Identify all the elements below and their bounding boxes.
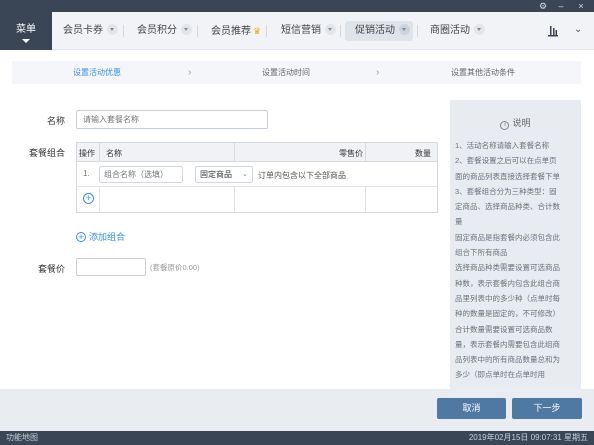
nav-tab-label: 短信营销	[281, 25, 321, 36]
combo-type-select[interactable]: 固定商品 ⌄	[195, 166, 253, 183]
nav-tab-sms-marketing[interactable]: 短信营销	[271, 21, 336, 41]
table-header: 操作 名称 零售价 数量	[77, 143, 437, 162]
top-nav: 菜单 会员卡券 会员积分 会员推荐 ♛ 短信营销 促销活动 商圈活动	[0, 12, 594, 50]
column-divider	[365, 143, 366, 161]
nav-divider	[417, 25, 418, 37]
chevron-down-icon	[107, 24, 118, 35]
help-line: 量，表示套餐内需要包含此组商	[455, 339, 560, 349]
help-line: 选择商品种类需要设置可选商品	[455, 263, 560, 273]
minimize-button[interactable]: –	[554, 0, 568, 12]
help-line: 面的商品列表直接选择套餐下单	[455, 171, 560, 181]
combo-type-value: 固定商品	[200, 170, 232, 179]
add-combo-button[interactable]: + 添加组合	[76, 230, 125, 243]
nav-tab-label: 会员卡券	[63, 25, 103, 36]
help-line: 品列表中的所有商品数量总和为	[455, 355, 560, 365]
next-step-button[interactable]: 下一步	[512, 398, 582, 419]
help-line: 组合下所有商品	[455, 248, 508, 258]
feature-map-link[interactable]: 功能地图	[6, 431, 38, 445]
step-set-time[interactable]: 设置活动时间	[262, 61, 310, 84]
nav-divider	[340, 25, 341, 37]
help-line: 合计数量需要设置可选商品数	[455, 324, 553, 334]
caret-down-icon	[22, 39, 30, 43]
step-indicator: 设置活动优惠 › 设置活动时间 › 设置其他活动条件	[12, 61, 581, 84]
nav-tab-member-cards[interactable]: 会员卡券	[53, 21, 118, 41]
column-divider	[234, 187, 235, 212]
chevron-down-icon	[474, 24, 485, 35]
chevron-right-icon: ›	[188, 67, 192, 78]
name-label: 名称	[46, 116, 65, 126]
nav-tab-label: 会员积分	[137, 25, 177, 36]
nav-tab-label: 促销活动	[355, 25, 395, 36]
help-line: 定商品、选择商品种类、合计数	[455, 202, 560, 212]
table-row: +	[77, 187, 437, 212]
nav-divider	[266, 25, 267, 37]
column-header-name: 名称	[106, 149, 122, 158]
help-body: 1、活动名称请输入套餐名称 2、套餐设置之后可以在点单页 面的商品列表直接选择套…	[455, 138, 577, 383]
help-panel: i 说明 1、活动名称请输入套餐名称 2、套餐设置之后可以在点单页 面的商品列表直…	[450, 100, 581, 390]
info-icon: i	[500, 121, 510, 130]
chevron-down-icon	[325, 24, 336, 35]
step-set-conditions[interactable]: 设置其他活动条件	[451, 61, 515, 84]
combo-label: 套餐组合	[28, 148, 65, 158]
nav-tab-member-points[interactable]: 会员积分	[127, 21, 192, 41]
package-price-input[interactable]	[76, 258, 146, 276]
status-bar: 功能地图 2019年02月15日 09:07:31 星期五	[0, 431, 594, 445]
nav-tab-label: 会员推荐	[211, 26, 251, 37]
column-divider	[99, 187, 100, 212]
price-label: 套餐价	[37, 264, 65, 274]
column-divider	[99, 143, 100, 161]
plus-circle-icon: +	[76, 232, 86, 242]
combo-type-note: 订单内包含以下全部商品	[258, 171, 346, 180]
combo-table: 操作 名称 零售价 数量 1. 固定商品 ⌄ 订单内包含以下全部商品 +	[76, 142, 438, 213]
help-line: 2、套餐设置之后可以在点单页	[455, 156, 557, 166]
nav-divider	[123, 25, 124, 37]
step-set-discount[interactable]: 设置活动优惠	[73, 61, 121, 84]
combo-name-input[interactable]	[99, 166, 183, 183]
column-header-qty: 数量	[415, 149, 431, 158]
column-header-op: 操作	[79, 149, 95, 158]
menu-button[interactable]: 菜单	[0, 12, 52, 50]
help-line: 量	[455, 217, 463, 227]
chevron-down-icon[interactable]: ⌄	[574, 24, 582, 35]
nav-tab-member-referral[interactable]: 会员推荐 ♛	[201, 21, 261, 41]
column-divider	[234, 143, 235, 161]
crown-icon: ♛	[253, 26, 262, 36]
gear-icon[interactable]: ⚙	[536, 0, 550, 12]
help-line: 多少（即点单时在点单时用	[455, 370, 545, 380]
row-number: 1.	[83, 169, 90, 178]
help-line: 品里列表中的多少种（点单时每	[455, 293, 560, 303]
help-title: i 说明	[450, 116, 581, 130]
menu-label: 菜单	[16, 24, 36, 35]
help-title-label: 说明	[512, 118, 531, 128]
nav-tab-label: 商圈活动	[430, 25, 470, 36]
nav-tab-promotions[interactable]: 促销活动	[345, 21, 413, 41]
close-button[interactable]: ×	[574, 0, 588, 12]
original-price-note: (套餐原价0.00)	[150, 263, 200, 272]
add-combo-label: 添加组合	[89, 232, 126, 242]
package-name-input[interactable]	[76, 110, 268, 129]
help-line: 3、套餐组合分为三种类型：固	[455, 186, 557, 196]
add-item-icon[interactable]: +	[83, 193, 94, 204]
store-icon[interactable]	[547, 25, 559, 37]
help-line: 种数，表示套餐内包含此组合商	[455, 278, 560, 288]
column-header-retail: 零售价	[339, 149, 363, 158]
nav-tab-business-district[interactable]: 商圈活动	[420, 21, 485, 41]
cancel-button[interactable]: 取消	[437, 398, 506, 419]
table-row: 1. 固定商品 ⌄ 订单内包含以下全部商品	[77, 162, 437, 187]
help-line: 种的数量是固定的，不可修改）	[455, 309, 560, 319]
datetime-display: 2019年02月15日 09:07:31 星期五	[468, 433, 588, 442]
window-titlebar: ⚙ – ×	[0, 0, 594, 12]
help-line: 1、活动名称请输入套餐名称	[455, 141, 550, 150]
help-line: 固定商品是指套餐内必须包含此	[455, 232, 560, 242]
nav-divider	[197, 25, 198, 37]
chevron-down-icon	[181, 24, 192, 35]
chevron-down-icon	[399, 24, 410, 35]
column-divider	[365, 187, 366, 212]
chevron-right-icon: ›	[376, 67, 380, 78]
chevron-down-icon: ⌄	[242, 171, 248, 178]
